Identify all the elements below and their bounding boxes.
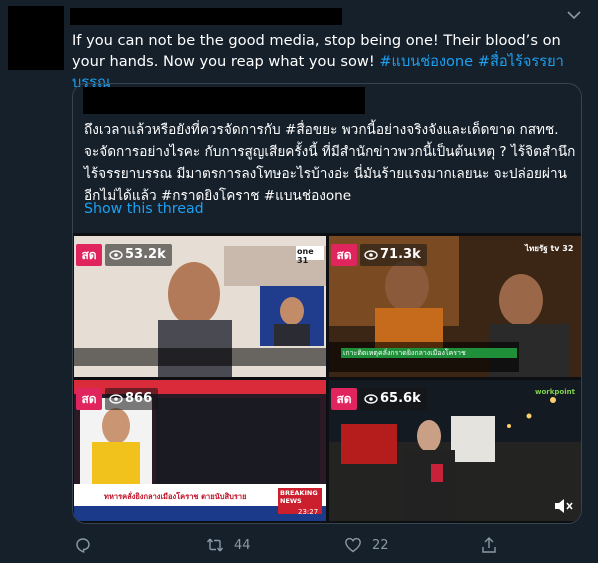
view-count-value: 866: [125, 391, 153, 406]
view-count: 65.6k: [360, 388, 427, 410]
view-count: 71.3k: [360, 244, 427, 266]
author-name-redacted[interactable]: [70, 8, 342, 25]
retweet-icon: [206, 538, 224, 552]
like-count: 22: [372, 537, 389, 553]
eye-icon: [364, 250, 378, 260]
media-thumbnail[interactable]: สด 866 ทหารคลั่งยิงกลางเมืองโคราช ตายนับ…: [74, 380, 326, 521]
view-count: 866: [105, 388, 159, 410]
retweet-button[interactable]: 44: [206, 533, 251, 557]
share-icon: [482, 537, 496, 553]
reply-button[interactable]: [74, 533, 92, 557]
tweet-action-bar: 44 22: [72, 533, 582, 557]
retweet-count: 44: [234, 537, 251, 553]
broadcast-time: 23:27: [298, 508, 319, 516]
breaking-news-badge: BREAKING NEWS: [280, 489, 318, 505]
live-badge: สด: [76, 388, 102, 410]
chevron-down-icon[interactable]: [566, 8, 582, 22]
channel-logo: one 31: [297, 247, 314, 265]
media-thumbnail[interactable]: สด 53.2k one 31: [74, 236, 326, 377]
eye-icon: [109, 250, 123, 260]
media-thumbnail[interactable]: สด 71.3k ไทยรัฐ tv 32 เกาะติดเหตุคลั่งกร…: [329, 236, 581, 377]
media-grid: สด 53.2k one 31 สด 71.3k ไทยรัฐ tv 32 เก…: [73, 233, 581, 523]
media-thumbnail[interactable]: สด 65.6k workpoint: [329, 380, 581, 521]
eye-icon: [364, 394, 378, 404]
view-count-value: 71.3k: [380, 247, 421, 262]
quoted-author-redacted: [83, 87, 365, 114]
avatar-redacted[interactable]: [8, 6, 64, 70]
news-caption: เกาะติดเหตุคลั่งกราดยิงกลางเมืองโคราช: [343, 349, 466, 357]
view-count-value: 53.2k: [125, 247, 166, 262]
quoted-tweet-text: ถึงเวลาแล้วหรือยังที่ควรจัดการกับ #สื่อข…: [84, 122, 576, 204]
channel-logo: workpoint: [535, 388, 575, 396]
live-badge: สด: [331, 244, 357, 266]
quoted-tweet[interactable]: ถึงเวลาแล้วหรือยังที่ควรจัดการกับ #สื่อข…: [72, 83, 582, 524]
mute-icon[interactable]: [553, 497, 573, 515]
heart-icon: [345, 537, 361, 553]
hashtag-link[interactable]: #แบนช่องone: [379, 53, 473, 70]
channel-logo: ไทยรัฐ tv 32: [525, 244, 574, 253]
live-badge: สด: [331, 388, 357, 410]
view-count-value: 65.6k: [380, 391, 421, 406]
eye-icon: [109, 394, 123, 404]
news-caption: ทหารคลั่งยิงกลางเมืองโคราช ตายนับสิบราย: [104, 492, 247, 501]
reply-icon: [76, 538, 90, 554]
show-thread-link[interactable]: Show this thread: [84, 201, 204, 217]
view-count: 53.2k: [105, 244, 172, 266]
like-button[interactable]: 22: [344, 533, 389, 557]
share-button[interactable]: [480, 533, 498, 557]
live-badge: สด: [76, 244, 102, 266]
